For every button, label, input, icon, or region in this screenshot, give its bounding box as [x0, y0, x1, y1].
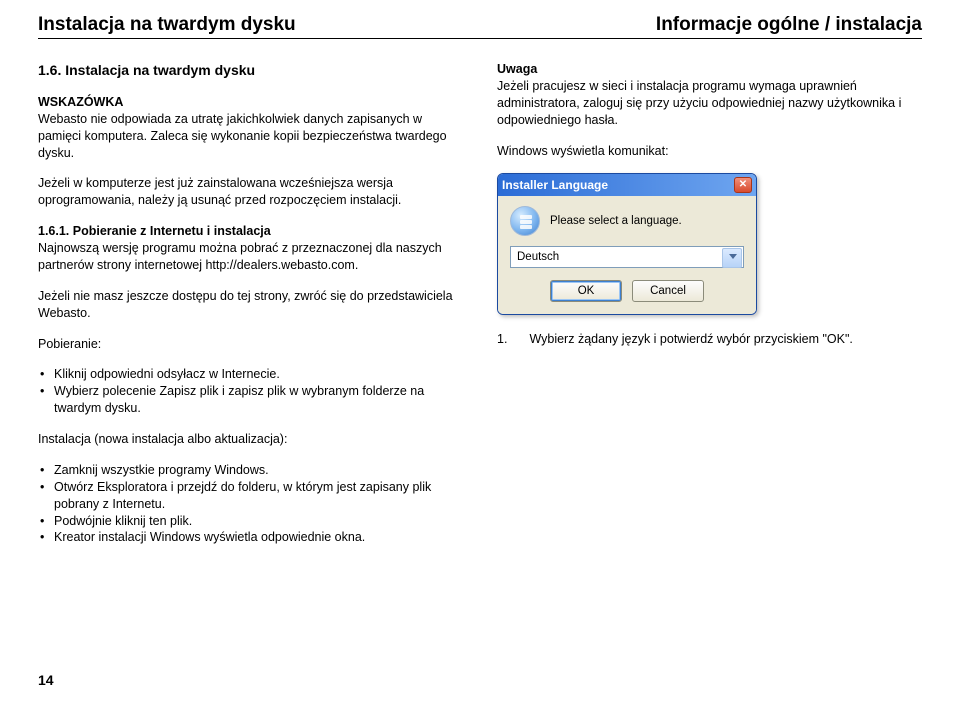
close-icon[interactable]: ✕ — [734, 177, 752, 193]
page-header: Instalacja na twardym dysku Informacje o… — [38, 14, 922, 39]
install-label: Instalacja (nowa instalacja albo aktuali… — [38, 431, 463, 448]
note-block: Uwaga Jeżeli pracujesz w sieci i instala… — [497, 61, 922, 129]
header-left-title: Instalacja na twardym dysku — [38, 14, 296, 36]
cancel-button[interactable]: Cancel — [632, 280, 704, 302]
left-column: 1.6. Instalacja na twardym dysku WSKAZÓW… — [38, 61, 463, 560]
right-column: Uwaga Jeżeli pracujesz w sieci i instala… — [497, 61, 922, 560]
note-label: Uwaga — [497, 62, 537, 76]
language-select[interactable]: Deutsch — [510, 246, 744, 268]
preinstall-note: Jeżeli w komputerze jest już zainstalowa… — [38, 175, 463, 209]
list-item: Wybierz polecenie Zapisz plik i zapisz p… — [40, 383, 463, 417]
page-number: 14 — [38, 672, 54, 688]
chevron-down-icon — [729, 254, 737, 259]
dialog-body: Please select a language. Deutsch OK Can… — [498, 196, 756, 314]
ok-button[interactable]: OK — [550, 280, 622, 302]
section-title-1-6: 1.6. Instalacja na twardym dysku — [38, 61, 463, 80]
step-1-text: Wybierz żądany język i potwierdź wybór p… — [529, 331, 852, 348]
hint-block: WSKAZÓWKA Webasto nie odpowiada za utrat… — [38, 94, 463, 162]
hint-text: Webasto nie odpowiada za utratę jakichko… — [38, 112, 447, 160]
subsection-1-6-1: 1.6.1. Pobieranie z Internetu i instalac… — [38, 223, 463, 274]
header-right-title: Informacje ogólne / instalacja — [656, 14, 922, 36]
windows-msg-text: Windows wyświetla komunikat: — [497, 143, 922, 160]
dialog-prompt-row: Please select a language. — [510, 206, 744, 236]
step-1-number: 1. — [497, 331, 507, 348]
dialog-titlebar: Installer Language ✕ — [498, 174, 756, 196]
list-item: Otwórz Eksploratora i przejdź do folderu… — [40, 479, 463, 513]
dialog-title-text: Installer Language — [502, 177, 608, 193]
content-columns: 1.6. Instalacja na twardym dysku WSKAZÓW… — [38, 61, 922, 560]
list-item: Kliknij odpowiedni odsyłacz w Internecie… — [40, 366, 463, 383]
list-item: Zamknij wszystkie programy Windows. — [40, 462, 463, 479]
installer-language-dialog: Installer Language ✕ Please select a lan… — [497, 173, 757, 315]
globe-icon — [510, 206, 540, 236]
hint-label: WSKAZÓWKA — [38, 95, 123, 109]
language-selected-value: Deutsch — [517, 250, 559, 266]
download-bullets: Kliknij odpowiedni odsyłacz w Internecie… — [38, 366, 463, 417]
install-bullets: Zamknij wszystkie programy Windows. Otwó… — [38, 462, 463, 546]
no-access-text: Jeżeli nie masz jeszcze dostępu do tej s… — [38, 288, 463, 322]
note-text: Jeżeli pracujesz w sieci i instalacja pr… — [497, 79, 901, 127]
sub-161-label: 1.6.1. Pobieranie z Internetu i instalac… — [38, 224, 271, 238]
sub-161-text: Najnowszą wersję programu można pobrać z… — [38, 241, 442, 272]
dialog-button-row: OK Cancel — [510, 280, 744, 302]
list-item: Kreator instalacji Windows wyświetla odp… — [40, 529, 463, 546]
list-item: Podwójnie kliknij ten plik. — [40, 513, 463, 530]
step-1-line: 1. Wybierz żądany język i potwierdź wybó… — [497, 331, 922, 348]
dialog-prompt-text: Please select a language. — [550, 214, 682, 230]
download-label: Pobieranie: — [38, 336, 463, 353]
